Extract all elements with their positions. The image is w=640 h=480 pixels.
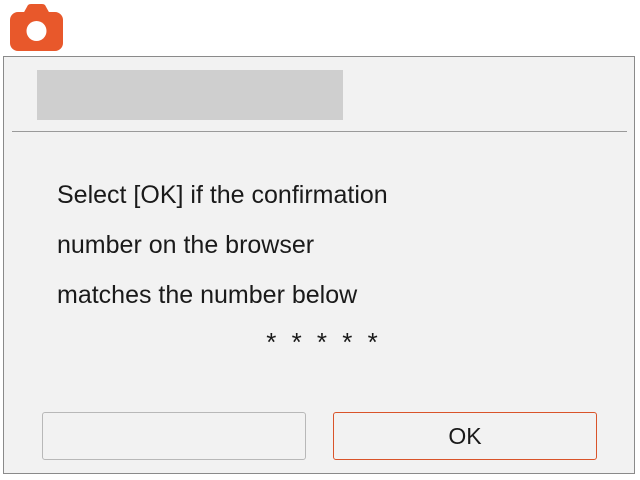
message-line: matches the number below bbox=[57, 281, 358, 309]
confirmation-number: * * * * * bbox=[266, 327, 382, 357]
dialog-title bbox=[37, 70, 343, 120]
title-divider bbox=[12, 131, 627, 132]
ok-button[interactable]: OK bbox=[333, 412, 597, 460]
ok-button-label: OK bbox=[448, 422, 482, 449]
cancel-button[interactable] bbox=[42, 412, 306, 460]
confirmation-dialog: Select [OK] if the confirmation number o… bbox=[3, 56, 635, 474]
message-line: Select [OK] if the confirmation bbox=[57, 181, 388, 209]
message-line: number on the browser bbox=[57, 231, 315, 259]
camera-icon bbox=[10, 4, 63, 51]
dialog-message: Select [OK] if the confirmation number o… bbox=[57, 170, 617, 320]
